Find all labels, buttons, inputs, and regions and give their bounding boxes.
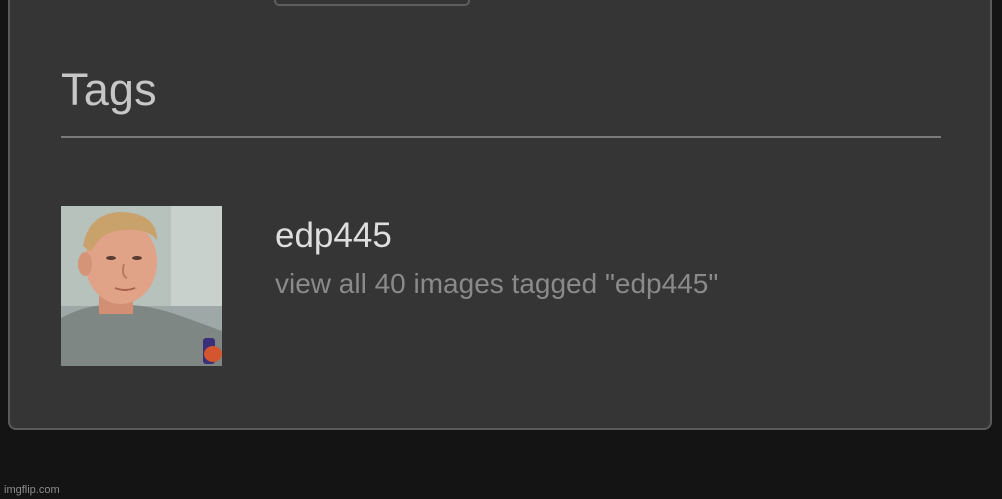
thumbnail-image: [61, 206, 222, 366]
tag-name-link[interactable]: edp445: [275, 216, 392, 256]
section-title: Tags: [61, 64, 157, 115]
view-all-tagged-link[interactable]: view all 40 images tagged "edp445": [275, 268, 718, 300]
divider: [61, 136, 941, 138]
page: Tags edp445 view all 40 images tagged "e…: [0, 0, 1002, 499]
watermark-text: imgflip.com: [4, 484, 60, 496]
tag-thumbnail[interactable]: [61, 206, 222, 366]
tag-item: edp445 view all 40 images tagged "edp445…: [61, 206, 941, 366]
top-button-partial[interactable]: [274, 0, 470, 6]
